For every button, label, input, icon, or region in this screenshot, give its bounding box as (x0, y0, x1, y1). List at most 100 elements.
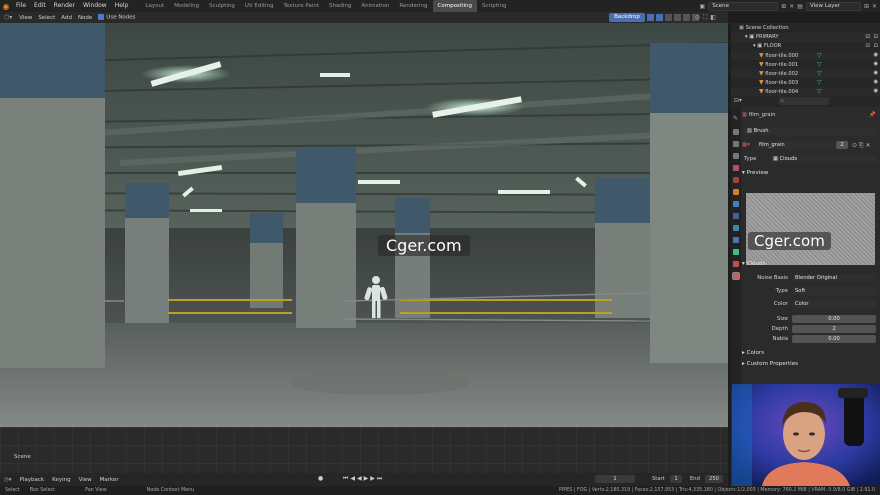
outliner-row[interactable]: ▾ ▣ PRIMARY ☑ ⊡ (731, 33, 880, 42)
menu-edit[interactable]: Edit (30, 0, 50, 12)
blender-logo-icon[interactable]: ◉ (0, 0, 12, 12)
datablock-name-field[interactable]: film_grain (756, 141, 834, 149)
texture-tab-icon[interactable] (732, 272, 740, 280)
scene-field[interactable]: Scene (708, 1, 779, 11)
menu-help[interactable]: Help (111, 0, 133, 12)
physics-tab-icon[interactable] (733, 225, 739, 231)
snap-icon[interactable]: ⊙ (695, 14, 700, 22)
properties-search-input[interactable]: ⌕ (779, 97, 829, 105)
scene-tab-icon[interactable] (733, 165, 739, 171)
node-editor-grid[interactable] (0, 427, 728, 473)
current-frame-field[interactable]: 1 (595, 475, 635, 483)
outliner-row[interactable]: ▼ floor-tile.000 ▽ ◉ (731, 51, 880, 60)
playback-controls[interactable]: ⏮◀◀▶▶⏭ (343, 475, 384, 483)
tab-compositing[interactable]: Compositing (432, 0, 477, 12)
render-tab-icon[interactable] (733, 129, 739, 135)
use-nodes-toggle[interactable]: Use Nodes (95, 14, 138, 21)
compositor-viewport[interactable]: Cger.com Scene (0, 23, 728, 473)
clouds-section[interactable]: ▾ Clouds (742, 260, 878, 269)
color-dropdown[interactable]: Color (792, 300, 876, 308)
data-tab-icon[interactable] (733, 249, 739, 255)
sidebar-icon[interactable]: ◧ (710, 14, 716, 22)
view-layer-tab-icon[interactable] (733, 153, 739, 159)
custom-properties-section[interactable]: ▸ Custom Properties (742, 360, 878, 369)
tab-rendering[interactable]: Rendering (394, 0, 432, 12)
depth-field[interactable]: 2 (792, 325, 876, 333)
brush-dropdown[interactable]: ▤ Brush (744, 127, 876, 135)
tab-animation[interactable]: Animation (356, 0, 394, 12)
overlay-icon[interactable]: ⛶ (703, 14, 707, 22)
tab-uv-editing[interactable]: UV Editing (240, 0, 279, 12)
start-field[interactable]: 1 (670, 475, 682, 483)
channel-red-icon[interactable] (674, 14, 681, 21)
output-tab-icon[interactable] (733, 141, 739, 147)
type-dropdown[interactable]: ▦ Clouds (770, 155, 876, 163)
object-tab-icon[interactable] (733, 189, 739, 195)
tab-texture-paint[interactable]: Texture Paint (279, 0, 325, 12)
users-count[interactable]: 2 (836, 141, 848, 149)
add-view-layer-icon[interactable]: ⊞ (864, 3, 869, 10)
channel-alpha-icon[interactable] (665, 14, 672, 21)
size-field[interactable]: 0.00 (792, 315, 876, 323)
channel-rgba-icon[interactable] (656, 14, 663, 21)
colors-section[interactable]: ▸ Colors (742, 349, 878, 358)
modifier-tab-icon[interactable] (733, 201, 739, 207)
menu-keying[interactable]: Keying (48, 477, 74, 483)
tab-sculpting[interactable]: Sculpting (204, 0, 240, 12)
menu-add[interactable]: Add (58, 15, 75, 21)
camera-icon[interactable]: ⊡ (874, 33, 878, 42)
visibility-icon[interactable]: ◉ (873, 87, 878, 96)
delete-scene-icon[interactable]: ✕ (789, 3, 794, 10)
texture-browse-icon[interactable]: ▦▾ (742, 142, 750, 148)
datablock-actions-icons[interactable]: ⊙ ⎘ ✕ (852, 141, 871, 150)
channel-green-icon[interactable] (683, 14, 690, 21)
menu-window[interactable]: Window (79, 0, 111, 12)
checkbox-icon[interactable]: ☑ (865, 42, 870, 51)
tab-shading[interactable]: Shading (324, 0, 356, 12)
outliner-row[interactable]: ▼ floor-tile.002 ▽ ◉ (731, 69, 880, 78)
nabla-field[interactable]: 0.00 (792, 335, 876, 343)
tab-scripting[interactable]: Scripting (477, 0, 511, 12)
outliner-row[interactable]: ▼ floor-tile.003 ▽ ◉ (731, 78, 880, 87)
menu-marker[interactable]: Marker (96, 477, 123, 483)
channel-rgb-icon[interactable] (647, 14, 654, 21)
checkbox-icon[interactable]: ☑ (865, 33, 870, 42)
timeline-editor-icon[interactable]: ◷▾ (0, 477, 16, 483)
noise-type-dropdown[interactable]: Soft (792, 287, 876, 295)
pin-icon[interactable]: 📌 (869, 111, 876, 120)
noise-basis-dropdown[interactable]: Blender Original (792, 274, 876, 282)
world-tab-icon[interactable] (733, 177, 739, 183)
view-layer-field[interactable]: View Layer (805, 1, 861, 11)
properties-editor-icon[interactable]: ⊟▾ (734, 97, 742, 104)
tab-modeling[interactable]: Modeling (169, 0, 204, 12)
outliner-row[interactable]: ▾ ▣ FLOOR ☑ ⊡ (731, 42, 880, 51)
material-tab-icon[interactable] (733, 261, 739, 267)
outliner-row[interactable]: ▼ floor-tile.004 ▽ ◉ (731, 87, 880, 96)
visibility-icon[interactable]: ◉ (873, 69, 878, 78)
brush-dropdown-row[interactable]: ▤ Brush (742, 127, 878, 136)
add-scene-icon[interactable]: ⊞ (781, 3, 786, 10)
mesh-data-icon: ▽ (817, 79, 822, 86)
tool-tab-icon[interactable]: ✎ (733, 115, 739, 122)
menu-node[interactable]: Node (75, 15, 95, 21)
menu-file[interactable]: File (12, 0, 30, 12)
preview-section[interactable]: ▾ Preview (742, 169, 878, 178)
editor-type-icon[interactable]: ⬡▾ (0, 14, 16, 21)
end-field[interactable]: 250 (705, 475, 723, 483)
visibility-icon[interactable]: ◉ (873, 78, 878, 87)
menu-render[interactable]: Render (50, 0, 79, 12)
menu-playback[interactable]: Playback (16, 477, 49, 483)
delete-view-layer-icon[interactable]: ✕ (872, 3, 877, 10)
menu-view[interactable]: View (16, 15, 35, 21)
visibility-icon[interactable]: ◉ (873, 51, 878, 60)
particles-tab-icon[interactable] (733, 213, 739, 219)
record-icon[interactable]: ● (318, 475, 323, 482)
menu-view-timeline[interactable]: View (75, 477, 96, 483)
tab-layout[interactable]: Layout (140, 0, 169, 12)
visibility-icon[interactable]: ◉ (873, 60, 878, 69)
constraints-tab-icon[interactable] (733, 237, 739, 243)
outliner-row[interactable]: ▼ floor-tile.001 ▽ ◉ (731, 60, 880, 69)
camera-icon[interactable]: ⊡ (874, 42, 878, 51)
backdrop-button[interactable]: Backdrop (609, 13, 645, 22)
menu-select[interactable]: Select (35, 15, 58, 21)
